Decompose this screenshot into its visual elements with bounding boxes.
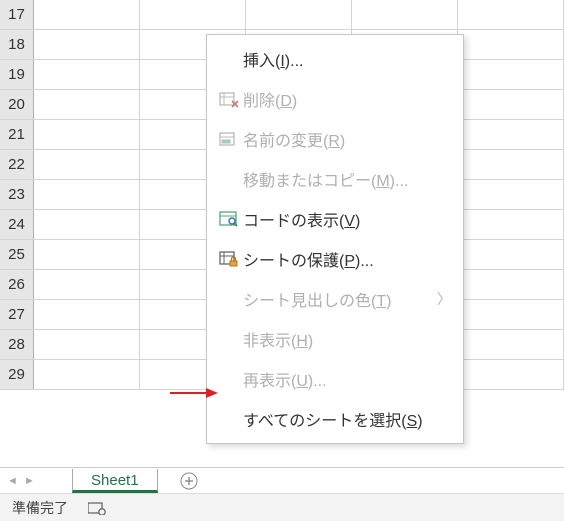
cell[interactable]: [458, 60, 564, 89]
cell[interactable]: [458, 150, 564, 179]
chevron-right-icon: 〉: [437, 289, 451, 309]
row-header[interactable]: 27: [0, 300, 34, 329]
add-sheet-button[interactable]: [176, 468, 202, 494]
sheet-tab-active[interactable]: Sheet1: [72, 469, 158, 493]
menu-label: 非表示(H): [243, 327, 451, 351]
cell[interactable]: [34, 210, 140, 239]
cell[interactable]: [458, 90, 564, 119]
cell[interactable]: [34, 240, 140, 269]
row-header[interactable]: 17: [0, 0, 34, 29]
rename-icon: [215, 130, 243, 148]
cell[interactable]: [34, 30, 140, 59]
plus-circle-icon: [180, 472, 198, 490]
menu-label: 再表示(U)...: [243, 367, 451, 391]
cell[interactable]: [34, 270, 140, 299]
cell[interactable]: [458, 210, 564, 239]
row-header[interactable]: 19: [0, 60, 34, 89]
sheet-nav-arrows[interactable]: ◄ ►: [0, 475, 42, 487]
cell[interactable]: [458, 120, 564, 149]
cell[interactable]: [246, 0, 352, 29]
cell[interactable]: [34, 300, 140, 329]
nav-prev-icon[interactable]: ◄: [7, 475, 18, 487]
menu-label: 削除(D): [243, 87, 451, 111]
row-header[interactable]: 26: [0, 270, 34, 299]
cell[interactable]: [34, 180, 140, 209]
row-header[interactable]: 20: [0, 90, 34, 119]
row-header[interactable]: 28: [0, 330, 34, 359]
menu-tab-color: シート見出しの色(T) 〉: [207, 279, 463, 319]
cell[interactable]: [34, 120, 140, 149]
cell[interactable]: [34, 360, 140, 389]
status-ready-label: 準備完了: [12, 498, 68, 518]
cell[interactable]: [458, 0, 564, 29]
row-header[interactable]: 18: [0, 30, 34, 59]
cell[interactable]: [34, 0, 140, 29]
cell[interactable]: [140, 0, 246, 29]
cell[interactable]: [458, 330, 564, 359]
sheet-context-menu: 挿入(I)... 削除(D) 名前の変更(R) 移動またはコピー(M)... コ…: [206, 34, 464, 444]
menu-label: シートの保護(P)...: [243, 247, 451, 271]
cell[interactable]: [34, 60, 140, 89]
macro-record-icon[interactable]: [88, 501, 106, 515]
menu-label: 名前の変更(R): [243, 127, 451, 151]
cell[interactable]: [458, 360, 564, 389]
status-bar: 準備完了: [0, 493, 564, 521]
row-header[interactable]: 22: [0, 150, 34, 179]
row-header[interactable]: 24: [0, 210, 34, 239]
menu-hide: 非表示(H): [207, 319, 463, 359]
menu-view-code[interactable]: コードの表示(V): [207, 199, 463, 239]
cell[interactable]: [352, 0, 458, 29]
cell[interactable]: [458, 270, 564, 299]
menu-move-copy: 移動またはコピー(M)...: [207, 159, 463, 199]
delete-sheet-icon: [215, 90, 243, 108]
row-header[interactable]: 21: [0, 120, 34, 149]
cell[interactable]: [458, 180, 564, 209]
sheet-tab-bar: ◄ ► Sheet1: [0, 467, 564, 493]
menu-select-all-sheets[interactable]: すべてのシートを選択(S): [207, 399, 463, 439]
menu-unhide: 再表示(U)...: [207, 359, 463, 399]
menu-label: 移動またはコピー(M)...: [243, 167, 451, 191]
cell[interactable]: [458, 240, 564, 269]
menu-label: すべてのシートを選択(S): [243, 407, 451, 431]
row-header[interactable]: 29: [0, 360, 34, 389]
menu-label: コードの表示(V): [243, 207, 451, 231]
cell[interactable]: [458, 300, 564, 329]
menu-delete: 削除(D): [207, 79, 463, 119]
protect-sheet-icon: [215, 250, 243, 268]
row-header[interactable]: 23: [0, 180, 34, 209]
menu-protect-sheet[interactable]: シートの保護(P)...: [207, 239, 463, 279]
cell[interactable]: [34, 90, 140, 119]
menu-insert[interactable]: 挿入(I)...: [207, 39, 463, 79]
menu-label: 挿入(I)...: [243, 47, 451, 71]
cell[interactable]: [34, 330, 140, 359]
cell[interactable]: [458, 30, 564, 59]
row-header[interactable]: 25: [0, 240, 34, 269]
menu-label: シート見出しの色(T): [243, 287, 437, 311]
menu-rename: 名前の変更(R): [207, 119, 463, 159]
view-code-icon: [215, 210, 243, 228]
nav-next-icon[interactable]: ►: [24, 475, 35, 487]
cell[interactable]: [34, 150, 140, 179]
